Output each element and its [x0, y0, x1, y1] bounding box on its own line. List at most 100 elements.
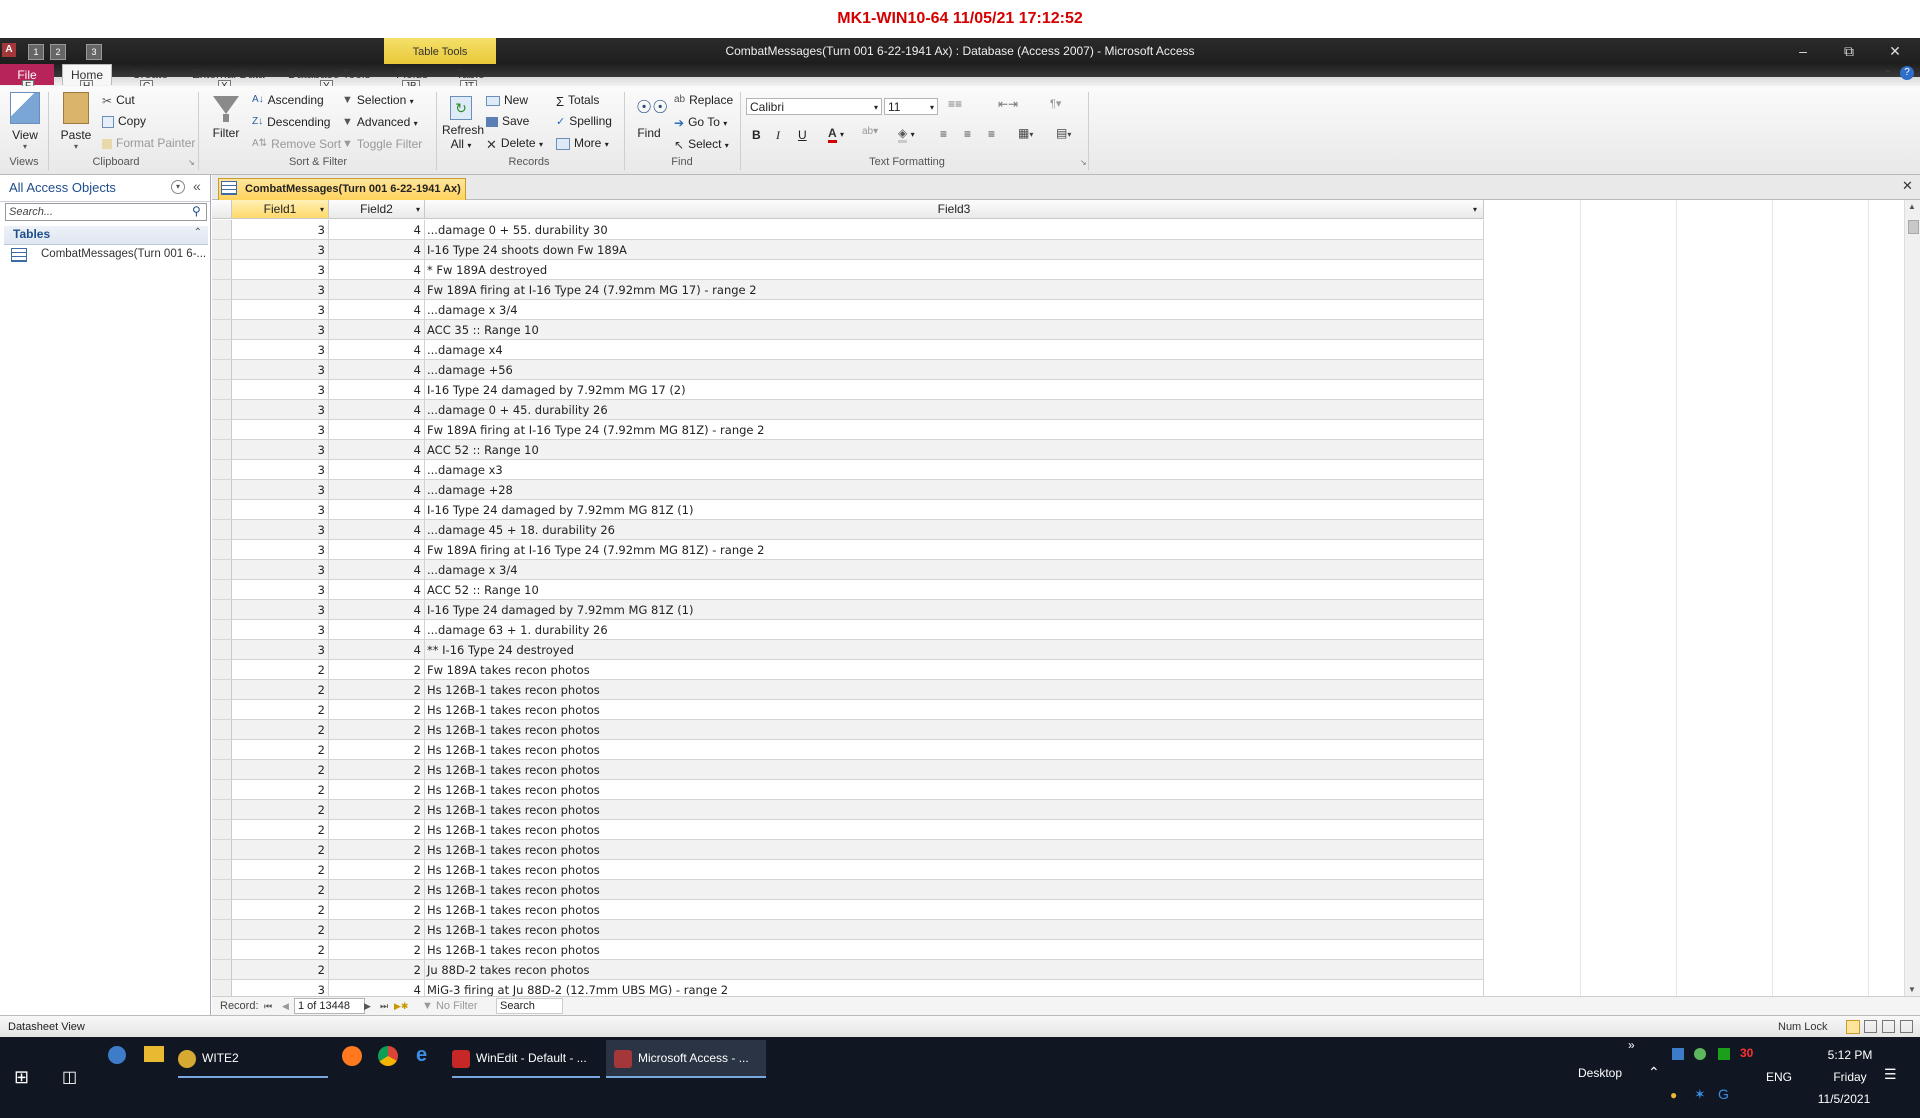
record-selector[interactable]: [212, 540, 232, 560]
cell-field3[interactable]: ACC 52 :: Range 10: [425, 580, 1484, 600]
cell-field3[interactable]: Hs 126B-1 takes recon photos: [425, 940, 1484, 960]
table-row[interactable]: 2 2 Hs 126B-1 takes recon photos: [212, 840, 1484, 860]
table-row[interactable]: 2 2 Hs 126B-1 takes recon photos: [212, 820, 1484, 840]
paragraph-direction-icon[interactable]: ¶▾: [1050, 97, 1061, 110]
gridlines-icon[interactable]: ▦▾: [1018, 126, 1033, 140]
record-selector[interactable]: [212, 440, 232, 460]
record-selector[interactable]: [212, 360, 232, 380]
cell-field3[interactable]: I-16 Type 24 shoots down Fw 189A: [425, 240, 1484, 260]
tray-status-icon[interactable]: [1694, 1048, 1706, 1060]
table-row[interactable]: 3 4 * Fw 189A destroyed: [212, 260, 1484, 280]
table-row[interactable]: 2 2 Hs 126B-1 takes recon photos: [212, 720, 1484, 740]
cell-field1[interactable]: 3: [232, 460, 329, 480]
cell-field3[interactable]: * Fw 189A destroyed: [425, 260, 1484, 280]
cell-field3[interactable]: Hs 126B-1 takes recon photos: [425, 820, 1484, 840]
cell-field3[interactable]: ...damage x3: [425, 460, 1484, 480]
next-record-icon[interactable]: ▶: [364, 997, 371, 1015]
cell-field3[interactable]: Hs 126B-1 takes recon photos: [425, 800, 1484, 820]
bold-button[interactable]: B: [752, 128, 761, 142]
table-row[interactable]: 3 4 ...damage +56: [212, 360, 1484, 380]
font-name-combo[interactable]: Calibri ▾: [746, 98, 882, 115]
save-record-button[interactable]: Save: [486, 114, 529, 128]
record-selector[interactable]: [212, 720, 232, 740]
italic-button[interactable]: I: [776, 128, 780, 143]
sort-descending-button[interactable]: Z↓ Descending: [252, 115, 330, 130]
file-explorer-icon[interactable]: [144, 1046, 164, 1062]
table-row[interactable]: 3 4 ...damage x 3/4: [212, 300, 1484, 320]
cut-button[interactable]: ✂ Cut: [102, 93, 135, 108]
cell-field3[interactable]: ...damage x4: [425, 340, 1484, 360]
cell-field3[interactable]: ACC 52 :: Range 10: [425, 440, 1484, 460]
record-selector[interactable]: [212, 600, 232, 620]
table-row[interactable]: 2 2 Ju 88D-2 takes recon photos: [212, 960, 1484, 980]
font-size-combo[interactable]: 11 ▾: [884, 98, 938, 115]
bullets-icon[interactable]: ≡≡: [948, 97, 962, 111]
cell-field3[interactable]: ...damage x 3/4: [425, 300, 1484, 320]
cell-field1[interactable]: 3: [232, 440, 329, 460]
cell-field1[interactable]: 2: [232, 900, 329, 920]
cell-field2[interactable]: 2: [329, 900, 425, 920]
nav-pane-header[interactable]: All Access Objects ▾ «: [0, 175, 210, 202]
cell-field2[interactable]: 4: [329, 620, 425, 640]
cell-field2[interactable]: 4: [329, 420, 425, 440]
taskbar-item-winedit[interactable]: WinEdit - Default - ...: [452, 1040, 600, 1078]
record-selector[interactable]: [212, 580, 232, 600]
record-selector[interactable]: [212, 480, 232, 500]
cell-field3[interactable]: Fw 189A firing at I-16 Type 24 (7.92mm M…: [425, 280, 1484, 300]
align-center-icon[interactable]: ≡: [964, 127, 971, 141]
underline-button[interactable]: U: [798, 128, 807, 142]
cell-field2[interactable]: 4: [329, 320, 425, 340]
alternate-row-color-icon[interactable]: ▤▾: [1056, 126, 1071, 140]
no-filter-indicator[interactable]: ▼ No Filter: [422, 997, 478, 1015]
cell-field1[interactable]: 2: [232, 740, 329, 760]
cell-field3[interactable]: Ju 88D-2 takes recon photos: [425, 960, 1484, 980]
section-collapse-icon[interactable]: ⌃: [194, 227, 202, 238]
table-row[interactable]: 3 4 I-16 Type 24 shoots down Fw 189A: [212, 240, 1484, 260]
clock-day[interactable]: Friday: [1810, 1070, 1890, 1084]
fill-color-button[interactable]: ◈ ▾: [898, 126, 915, 143]
record-selector[interactable]: [212, 380, 232, 400]
cell-field1[interactable]: 2: [232, 840, 329, 860]
cell-field3[interactable]: ** I-16 Type 24 destroyed: [425, 640, 1484, 660]
cell-field3[interactable]: ...damage +56: [425, 360, 1484, 380]
advanced-button[interactable]: ▼ Advanced ▾: [342, 115, 418, 130]
close-document-icon[interactable]: ✕: [1902, 178, 1913, 194]
cell-field2[interactable]: 4: [329, 240, 425, 260]
column-filter-icon[interactable]: ▾: [416, 200, 420, 219]
cell-field2[interactable]: 4: [329, 520, 425, 540]
record-selector[interactable]: [212, 400, 232, 420]
cell-field2[interactable]: 2: [329, 740, 425, 760]
cell-field2[interactable]: 4: [329, 560, 425, 580]
table-row[interactable]: 3 4 Fw 189A firing at I-16 Type 24 (7.92mm…: [212, 420, 1484, 440]
delete-record-button[interactable]: ✕ Delete ▾: [486, 136, 543, 152]
cell-field2[interactable]: 4: [329, 460, 425, 480]
table-row[interactable]: 2 2 Hs 126B-1 takes recon photos: [212, 760, 1484, 780]
record-selector[interactable]: [212, 220, 232, 240]
nav-dropdown-icon[interactable]: ▾: [171, 180, 185, 194]
table-row[interactable]: 3 4 ...damage 45 + 18. durability 26: [212, 520, 1484, 540]
cell-field2[interactable]: 2: [329, 720, 425, 740]
minimize-icon[interactable]: –: [1780, 38, 1826, 64]
cell-field1[interactable]: 3: [232, 560, 329, 580]
clock-time[interactable]: 5:12 PM: [1810, 1048, 1890, 1062]
record-selector[interactable]: [212, 820, 232, 840]
record-selector[interactable]: [212, 760, 232, 780]
cell-field1[interactable]: 3: [232, 220, 329, 240]
cell-field1[interactable]: 3: [232, 260, 329, 280]
record-search-input[interactable]: Search: [496, 998, 563, 1014]
help-icon[interactable]: ?: [1900, 66, 1914, 80]
table-row[interactable]: 2 2 Fw 189A takes recon photos: [212, 660, 1484, 680]
record-selector[interactable]: [212, 740, 232, 760]
pinned-app-icon[interactable]: [108, 1046, 126, 1064]
taskbar-item-access[interactable]: Microsoft Access - ...: [606, 1040, 766, 1078]
cell-field3[interactable]: Hs 126B-1 takes recon photos: [425, 840, 1484, 860]
cell-field2[interactable]: 4: [329, 580, 425, 600]
cell-field1[interactable]: 3: [232, 540, 329, 560]
table-row[interactable]: 2 2 Hs 126B-1 takes recon photos: [212, 680, 1484, 700]
table-row[interactable]: 2 2 Hs 126B-1 takes recon photos: [212, 700, 1484, 720]
table-row[interactable]: 3 4 ...damage 63 + 1. durability 26: [212, 620, 1484, 640]
scroll-up-icon[interactable]: ▲: [1908, 202, 1916, 211]
cell-field1[interactable]: 2: [232, 700, 329, 720]
find-button[interactable]: ☉☉ Find: [632, 96, 668, 140]
record-selector[interactable]: [212, 920, 232, 940]
